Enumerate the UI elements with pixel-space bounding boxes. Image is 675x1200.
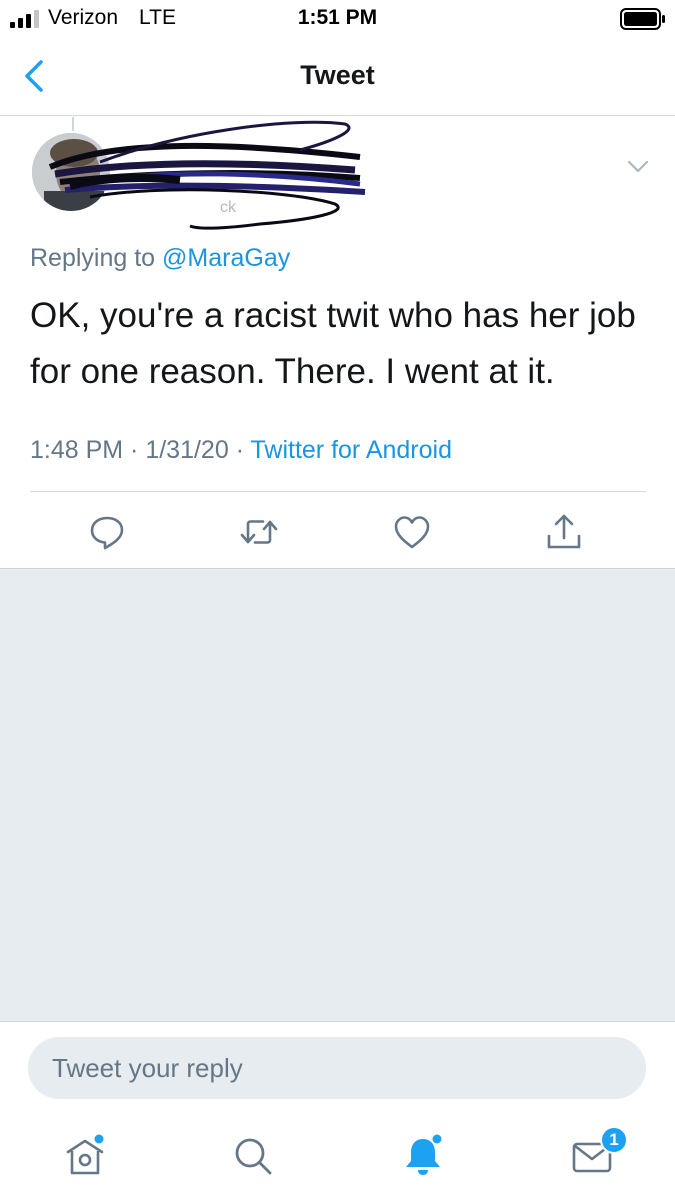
tweet-text: OK, you're a racist twit who has her job…	[30, 296, 636, 391]
replying-to-line: Replying to @MaraGay	[30, 244, 290, 273]
status-time: 1:51 PM	[297, 6, 378, 29]
redaction-scribble: ck	[48, 120, 366, 230]
tweet-source-link[interactable]: Twitter for Android	[251, 436, 452, 464]
meta-separator: ·	[228, 436, 251, 464]
page-title: Tweet	[300, 60, 375, 90]
nav-header: Tweet	[0, 40, 675, 116]
tweet-meta: 1:48 PM · 1/31/20 · Twitter for Android	[30, 436, 452, 465]
status-bar: Verizon LTE 1:51 PM	[0, 0, 675, 40]
reply-icon[interactable]	[87, 512, 127, 552]
reply-bar	[0, 1021, 675, 1113]
search-icon[interactable]	[230, 1133, 276, 1179]
empty-replies-area	[0, 568, 675, 1021]
meta-separator: ·	[123, 436, 146, 464]
battery-icon	[620, 8, 665, 30]
home-icon[interactable]	[62, 1133, 108, 1179]
retweet-icon[interactable]	[239, 512, 279, 552]
divider	[30, 491, 646, 492]
replying-to-prefix: Replying to	[30, 244, 163, 272]
svg-text:ck: ck	[220, 199, 237, 216]
share-icon[interactable]	[544, 512, 584, 552]
chevron-down-icon[interactable]	[624, 152, 652, 180]
tweet-time: 1:48 PM	[30, 436, 124, 464]
like-icon[interactable]	[392, 512, 432, 552]
tab-bar	[0, 1113, 675, 1200]
replying-to-mention-link[interactable]: @MaraGay	[162, 244, 290, 272]
notifications-icon[interactable]	[400, 1133, 446, 1179]
messages-badge: 1	[600, 1126, 628, 1154]
tweet-date: 1/31/20	[145, 436, 229, 464]
tweet-reply-input[interactable]	[28, 1037, 646, 1099]
